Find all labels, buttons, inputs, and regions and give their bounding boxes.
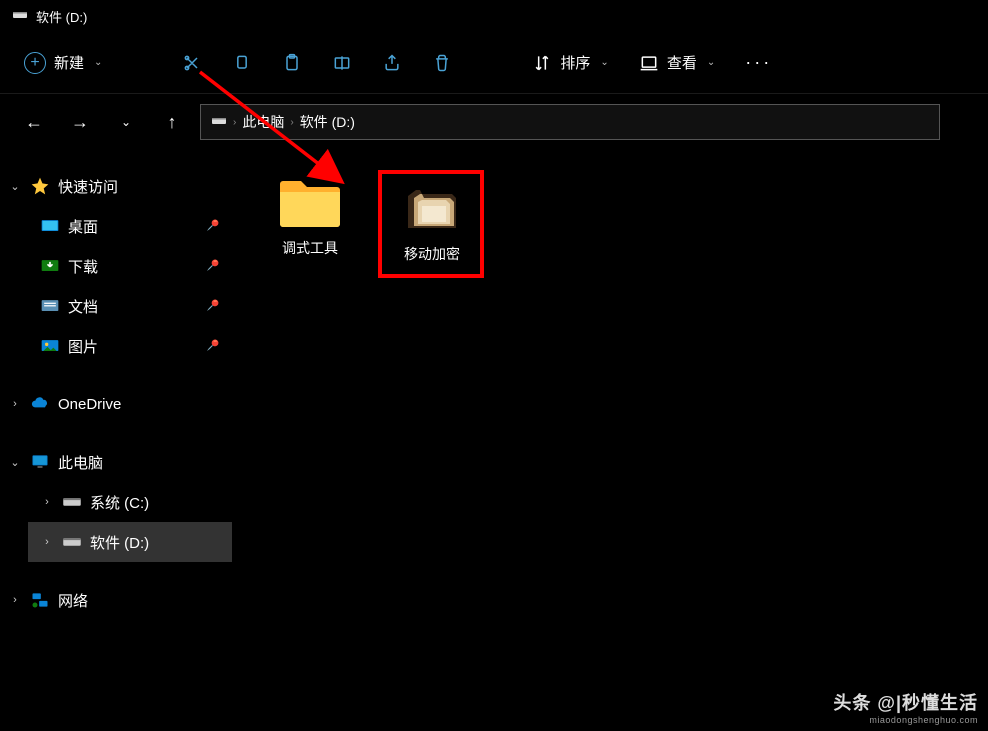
share-icon xyxy=(382,53,402,73)
recent-button[interactable]: ⌄ xyxy=(108,104,144,140)
drive-icon xyxy=(62,492,82,512)
sidebar-quick-access[interactable]: ⌄ 快速访问 xyxy=(0,166,232,206)
sidebar-item-label: 桌面 xyxy=(68,216,98,237)
scissors-icon xyxy=(182,53,202,73)
sidebar-downloads[interactable]: 下载 📍 xyxy=(28,246,232,286)
file-label: 移动加密 xyxy=(404,244,460,264)
network-icon xyxy=(30,590,50,610)
toolbar: + 新建 ⌄ 排序 ⌄ 查看 ⌄ ··· xyxy=(0,32,988,94)
watermark-sub: miaodongshenghuo.com xyxy=(833,715,978,725)
drive-icon xyxy=(211,113,227,132)
chevron-down-icon: ⌄ xyxy=(8,456,22,469)
new-label: 新建 xyxy=(54,52,84,73)
breadcrumb-current[interactable]: 软件 (D:) xyxy=(300,112,355,132)
sidebar-documents[interactable]: 文档 📍 xyxy=(28,286,232,326)
plus-icon: + xyxy=(24,52,46,74)
up-button[interactable]: ↑ xyxy=(154,104,190,140)
sidebar-network[interactable]: › 网络 xyxy=(0,580,232,620)
new-button[interactable]: + 新建 ⌄ xyxy=(24,52,102,74)
watermark: 头条 @|秒懂生活 miaodongshenghuo.com xyxy=(833,689,978,725)
copy-button[interactable] xyxy=(232,53,252,73)
cloud-icon xyxy=(30,394,50,414)
sidebar: ⌄ 快速访问 桌面 📍 下载 📍 文档 📍 xyxy=(0,150,232,731)
sidebar-pictures[interactable]: 图片 📍 xyxy=(28,326,232,366)
view-icon xyxy=(639,53,659,73)
folder-item[interactable]: 调式工具 xyxy=(262,170,358,266)
sidebar-item-label: 图片 xyxy=(68,336,98,357)
chevron-right-icon: › xyxy=(40,496,54,508)
folder-icon xyxy=(278,178,342,230)
sort-icon xyxy=(532,53,552,73)
sidebar-desktop[interactable]: 桌面 📍 xyxy=(28,206,232,246)
sidebar-item-label: 系统 (C:) xyxy=(90,492,149,513)
sidebar-drive-d[interactable]: › 软件 (D:) xyxy=(28,522,232,562)
chevron-right-icon: › xyxy=(8,594,22,606)
view-label: 查看 xyxy=(667,52,697,73)
chevron-down-icon: ⌄ xyxy=(707,57,715,68)
drive-icon xyxy=(12,7,28,26)
sidebar-item-label: OneDrive xyxy=(58,396,121,413)
rename-icon xyxy=(332,53,352,73)
file-label: 调式工具 xyxy=(282,238,338,258)
paste-button[interactable] xyxy=(282,53,302,73)
sidebar-item-label: 下载 xyxy=(68,256,98,277)
view-button[interactable]: 查看 ⌄ xyxy=(639,52,715,73)
chevron-right-icon: › xyxy=(8,398,22,410)
chevron-right-icon: › xyxy=(40,536,54,548)
more-button[interactable]: ··· xyxy=(745,52,772,73)
sidebar-item-label: 此电脑 xyxy=(58,452,103,473)
downloads-icon xyxy=(40,256,60,276)
chevron-down-icon: ⌄ xyxy=(94,57,102,68)
chevron-down-icon: ⌄ xyxy=(600,57,608,68)
chevron-down-icon: ⌄ xyxy=(8,180,22,193)
more-icon: ··· xyxy=(745,52,772,73)
sidebar-item-label: 快速访问 xyxy=(58,176,118,197)
pictures-icon xyxy=(40,336,60,356)
pin-icon: 📍 xyxy=(201,335,224,358)
watermark-main: 头条 @|秒懂生活 xyxy=(833,689,978,715)
cut-button[interactable] xyxy=(182,53,202,73)
star-icon xyxy=(30,176,50,196)
encrypted-folder-icon xyxy=(400,184,464,236)
desktop-icon xyxy=(40,216,60,236)
forward-button[interactable]: → xyxy=(62,104,98,140)
folder-item-encrypted[interactable]: 移动加密 xyxy=(378,170,484,278)
separator-icon: › xyxy=(290,117,293,128)
pin-icon: 📍 xyxy=(201,295,224,318)
window-title: 软件 (D:) xyxy=(36,7,87,26)
sidebar-this-pc[interactable]: ⌄ 此电脑 xyxy=(0,442,232,482)
clipboard-icon xyxy=(282,53,302,73)
navigation-row: ← → ⌄ ↑ › 此电脑 › 软件 (D:) xyxy=(0,94,988,150)
delete-button[interactable] xyxy=(432,53,452,73)
sidebar-item-label: 网络 xyxy=(58,590,88,611)
documents-icon xyxy=(40,296,60,316)
back-button[interactable]: ← xyxy=(16,104,52,140)
sort-label: 排序 xyxy=(560,52,590,73)
copy-icon xyxy=(232,53,252,73)
separator-icon: › xyxy=(233,117,236,128)
address-bar[interactable]: › 此电脑 › 软件 (D:) xyxy=(200,104,940,140)
sidebar-onedrive[interactable]: › OneDrive xyxy=(0,384,232,424)
share-button[interactable] xyxy=(382,53,402,73)
sort-button[interactable]: 排序 ⌄ xyxy=(532,52,608,73)
breadcrumb-root[interactable]: 此电脑 xyxy=(242,112,284,132)
monitor-icon xyxy=(30,452,50,472)
pin-icon: 📍 xyxy=(201,215,224,238)
sidebar-item-label: 软件 (D:) xyxy=(90,532,149,553)
content-pane[interactable]: 调式工具 移动加密 xyxy=(232,150,988,731)
trash-icon xyxy=(432,53,452,73)
rename-button[interactable] xyxy=(332,53,352,73)
pin-icon: 📍 xyxy=(201,255,224,278)
title-bar: 软件 (D:) xyxy=(0,0,988,32)
sidebar-item-label: 文档 xyxy=(68,296,98,317)
drive-icon xyxy=(62,532,82,552)
sidebar-drive-c[interactable]: › 系统 (C:) xyxy=(28,482,232,522)
